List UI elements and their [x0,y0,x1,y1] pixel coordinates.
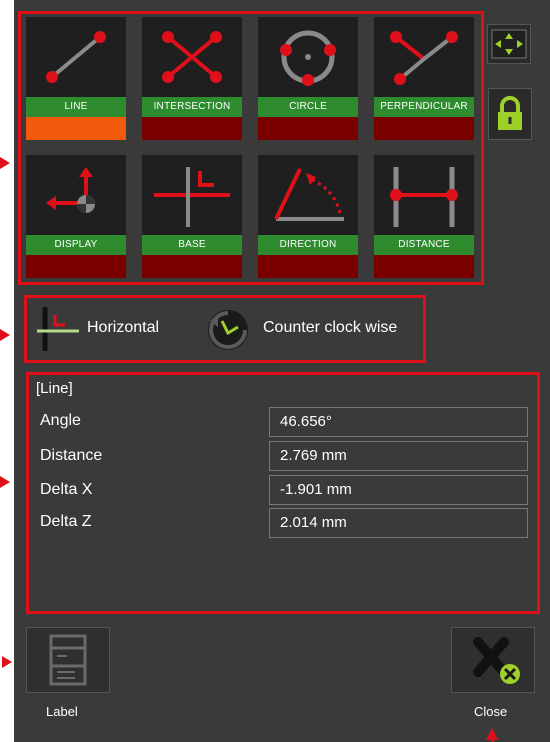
tool-perpendicular-label: PERPENDICULAR [374,97,474,117]
intersection-tool-icon [162,31,222,83]
distance-label: Distance [40,447,103,464]
circle-tool-icon [280,30,336,86]
tool-perpendicular[interactable]: PERPENDICULAR [374,17,474,140]
distance-value: 2.769 mm [269,441,528,471]
tool-display-label: DISPLAY [26,235,126,255]
close-icon [473,637,520,684]
tool-distance-label: DISTANCE [374,235,474,255]
tool-direction[interactable]: DIRECTION [258,155,358,278]
arrows-icon [491,29,527,59]
direction-mode-label[interactable]: Counter clock wise [263,319,397,337]
tool-direction-status [258,255,358,278]
close-button[interactable] [451,627,535,693]
tool-direction-label: DIRECTION [258,235,358,255]
annotation-arrow-info [0,476,10,488]
tool-perpendicular-status [374,117,474,140]
direction-tool-icon [274,168,344,221]
display-tool-icon [46,167,95,213]
lock-button[interactable] [488,88,532,140]
base-mode-label[interactable]: Horizontal [87,319,159,337]
tool-display[interactable]: DISPLAY [26,155,126,278]
annotation-arrow-tools [0,157,10,169]
info-title: [Line] [36,380,73,397]
base-tool-icon [154,167,230,227]
label-icon [49,634,87,686]
annotation-arrow-label [2,656,12,668]
tool-base[interactable]: BASE [142,155,242,278]
delta-z-value: 2.014 mm [269,508,528,538]
annotation-arrow-close-stem [491,738,494,742]
tool-circle-status [258,117,358,140]
tool-display-status [26,255,126,278]
measurement-info: [Line] Angle 46.656° Distance 2.769 mm D… [26,372,540,614]
label-button[interactable] [26,627,110,693]
label-button-label: Label [46,704,78,719]
tool-line-status [26,117,126,140]
tool-base-label: BASE [142,235,242,255]
horizontal-base-icon [37,307,79,351]
tool-circle-label: CIRCLE [258,97,358,117]
tool-distance[interactable]: DISTANCE [374,155,474,278]
measurement-panel: LINE INTERSECTION CIRCLE PERPENDICULAR D… [14,0,550,742]
close-button-label: Close [474,704,508,719]
counter-clockwise-icon [208,310,248,350]
perpendicular-tool-icon [390,31,458,85]
angle-label: Angle [40,412,81,429]
move-button[interactable] [487,24,531,64]
line-tool-icon [46,31,106,83]
angle-value: 46.656° [269,407,528,437]
lock-icon [498,96,522,130]
tool-intersection-status [142,117,242,140]
delta-z-label: Delta Z [40,513,92,530]
annotation-arrow-modes [0,329,10,341]
delta-x-value: -1.901 mm [269,475,528,505]
tool-circle[interactable]: CIRCLE [258,17,358,140]
tool-intersection[interactable]: INTERSECTION [142,17,242,140]
tool-intersection-label: INTERSECTION [142,97,242,117]
tool-distance-status [374,255,474,278]
delta-x-label: Delta X [40,481,93,498]
tool-line-label: LINE [26,97,126,117]
distance-tool-icon [390,167,458,227]
tool-line[interactable]: LINE [26,17,126,140]
tool-base-status [142,255,242,278]
